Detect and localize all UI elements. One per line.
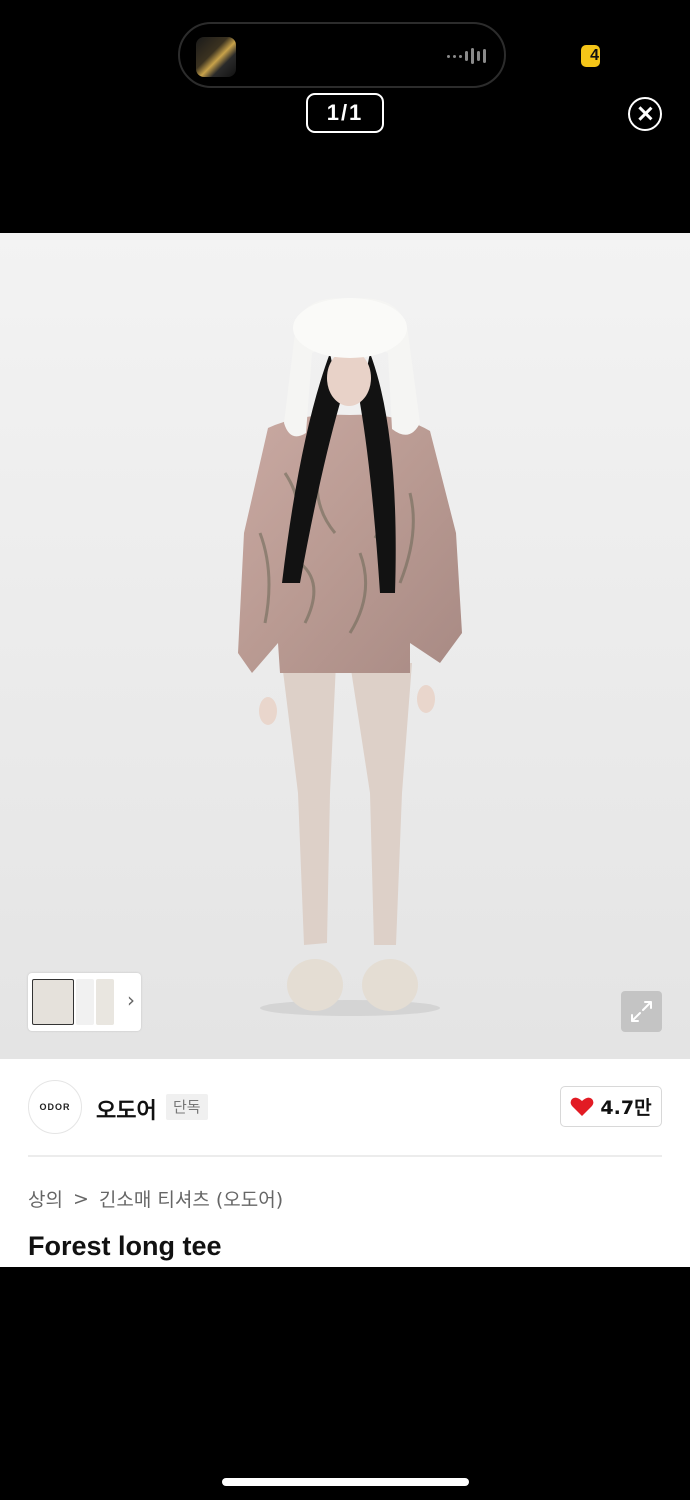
brand-name[interactable]: 오도어 — [96, 1093, 157, 1125]
page-counter: 1/1 — [306, 93, 384, 133]
exclusive-badge: 단독 — [166, 1094, 208, 1120]
expand-arrows-icon[interactable] — [621, 991, 662, 1032]
thumbnail-1[interactable] — [32, 979, 74, 1025]
heart-icon — [571, 1097, 594, 1116]
divider — [28, 1155, 662, 1157]
audio-waveform-icon — [447, 48, 486, 64]
product-title: Forest long tee — [28, 1231, 222, 1261]
now-playing-artwork — [196, 37, 236, 77]
close-icon[interactable] — [628, 97, 662, 131]
thumbnail-2[interactable] — [76, 979, 94, 1025]
like-button[interactable]: 4.7만 — [560, 1086, 662, 1127]
brand-logo[interactable]: ODOR — [28, 1080, 82, 1134]
product-page-screenshot: › ODOR 오도어 단독 4.7만 상의 > 긴소매 티셔츠 (오도어) Fo… — [0, 233, 690, 1267]
thumbnail-strip[interactable]: › — [28, 973, 141, 1031]
home-indicator[interactable] — [222, 1478, 469, 1486]
like-count: 4.7만 — [600, 1097, 652, 1119]
breadcrumb-subcategory[interactable]: 긴소매 티셔츠 (오도어) — [99, 1185, 283, 1212]
breadcrumb-category[interactable]: 상의 — [28, 1185, 63, 1212]
product-hero-image: › — [0, 233, 690, 1059]
chevron-right-icon[interactable]: › — [127, 990, 135, 1010]
breadcrumb: 상의 > 긴소매 티셔츠 (오도어) — [28, 1185, 283, 1212]
status-badge: 4 — [581, 45, 600, 67]
thumbnail-3[interactable] — [96, 979, 114, 1025]
dynamic-island[interactable] — [178, 22, 506, 88]
breadcrumb-separator: > — [72, 1187, 89, 1210]
model-photo — [238, 298, 462, 1016]
brand-row: ODOR 오도어 단독 4.7만 — [0, 1059, 690, 1155]
